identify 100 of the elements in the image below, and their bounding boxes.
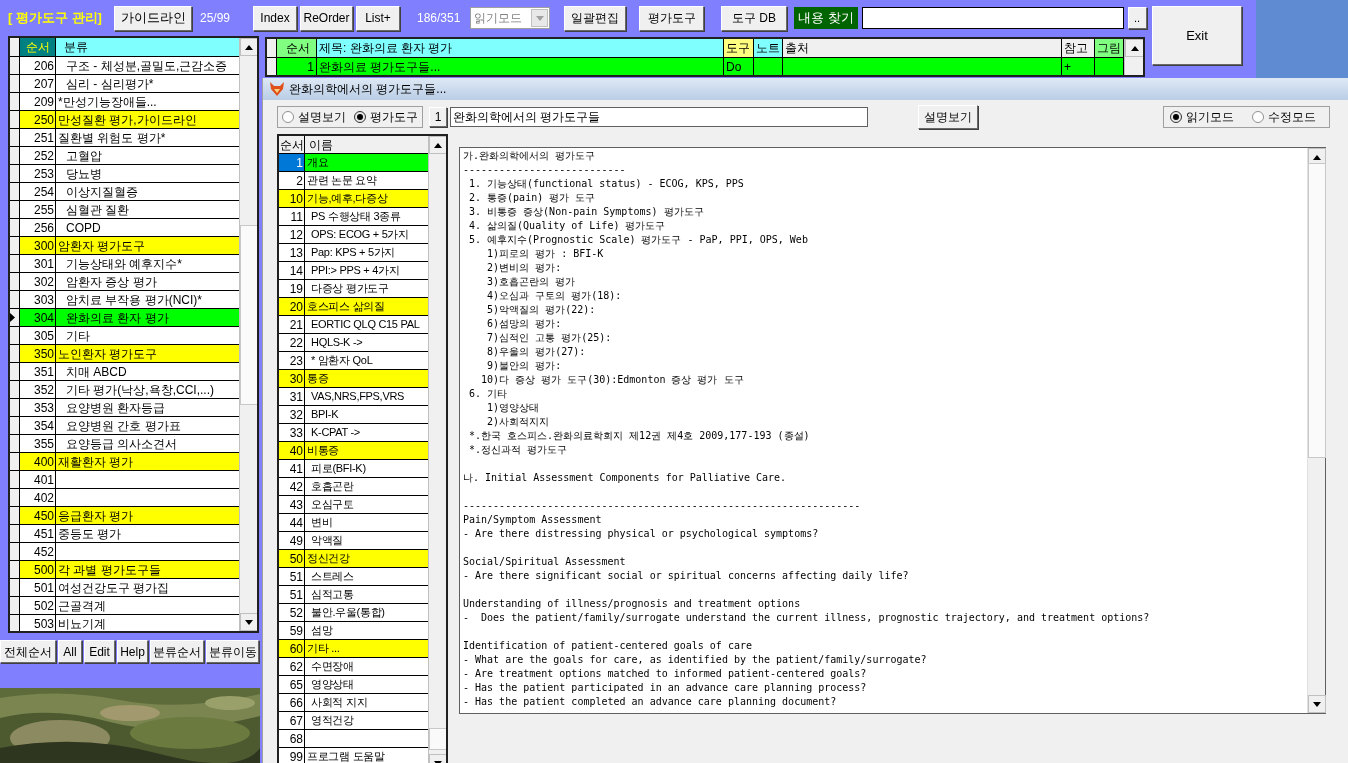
item-row[interactable]: 50 정신건강 [279,550,428,568]
toolbar-button[interactable]: 도구 DB [721,5,787,31]
column-header[interactable]: 참고 [1062,39,1095,57]
row-header-cell[interactable] [10,579,20,596]
column-header[interactable]: 순서 [277,39,317,57]
guideline-button[interactable]: 가이드라인 [114,5,192,31]
item-row[interactable]: 11 PS 수행상태 3종류 [279,208,428,226]
item-row[interactable]: 52 불안.우울(통합) [279,604,428,622]
row-header-cell[interactable] [10,183,20,200]
item-row[interactable]: 12 OPS: ECOG + 5가지 [279,226,428,244]
item-row[interactable]: 68 [279,730,428,748]
column-header[interactable]: 분류 [56,38,239,56]
item-row[interactable]: 23 * 암환자 QoL [279,352,428,370]
category-row[interactable]: 450 응급환자 평가 [10,507,239,525]
column-header[interactable]: 노트 [754,39,783,57]
item-row[interactable]: 59 섬망 [279,622,428,640]
item-row[interactable]: 65 영양상태 [279,676,428,694]
category-row[interactable]: 301 기능상태와 예후지수* [10,255,239,273]
category-row[interactable]: 253 당뇨병 [10,165,239,183]
scroll-up-button[interactable] [429,136,446,154]
row-header-cell[interactable] [10,57,20,74]
row-header-cell[interactable] [10,597,20,614]
row-header-cell[interactable] [10,489,20,506]
content-text-area[interactable] [459,147,1326,714]
item-row[interactable]: 44 변비 [279,514,428,532]
row-header-cell[interactable] [10,525,20,542]
toolbar-button[interactable]: 일괄편집 [564,5,626,31]
scroll-up-button[interactable] [1125,39,1143,57]
item-row[interactable]: 40 비통증 [279,442,428,460]
item-row[interactable]: 49 악액질 [279,532,428,550]
item-row[interactable]: 14 PPI:> PPS + 4가지 [279,262,428,280]
category-row[interactable]: 451 중등도 평가 [10,525,239,543]
category-row[interactable]: 353 요양병원 환자등급 [10,399,239,417]
row-header-cell[interactable] [10,507,20,524]
item-row[interactable]: 60 기타 ... [279,640,428,658]
category-row[interactable]: 352 기타 평가(낙상,욕창,CCI,...) [10,381,239,399]
scroll-up-button[interactable] [240,38,257,56]
row-header-cell[interactable] [10,471,20,488]
category-row[interactable]: 501 여성건강도구 평가집 [10,579,239,597]
page-button[interactable]: 1 [429,107,447,127]
scroll-thumb[interactable] [429,728,446,750]
toolbar-button[interactable]: List+ [356,5,400,31]
item-row[interactable]: 33 K-CPAT -> [279,424,428,442]
row-header-cell[interactable] [10,255,20,272]
category-row[interactable]: 252 고혈압 [10,147,239,165]
panel-button[interactable]: 분류이동 [206,640,259,663]
item-row[interactable]: 66 사회적 지지 [279,694,428,712]
toolbar-button[interactable]: 평가도구 [639,5,704,31]
row-header-cell[interactable] [10,453,20,470]
item-row[interactable]: 1 개요 [279,154,428,172]
panel-button[interactable]: 분류순서 [150,640,204,663]
title-field[interactable]: 완화의학에서의 평가도구들 [450,107,868,127]
category-row[interactable]: 302 암환자 증상 평가 [10,273,239,291]
row-header-cell[interactable] [10,201,20,218]
scroll-down-button[interactable] [1308,695,1326,713]
row-header-cell[interactable] [10,111,20,128]
row-header-cell[interactable] [10,417,20,434]
column-header[interactable]: 순서 [279,136,305,153]
column-header[interactable]: 그림 [1095,39,1124,57]
explain-button[interactable]: 설명보기 [918,105,978,129]
row-header-cell[interactable] [10,561,20,578]
row-header-cell[interactable] [10,327,20,344]
category-row[interactable]: 250 만성질환 평가,가이드라인 [10,111,239,129]
row-header-cell[interactable] [267,58,277,75]
row-header-cell[interactable] [10,399,20,416]
radio-button[interactable] [354,111,366,123]
row-header-cell[interactable] [10,345,20,362]
radio-button[interactable] [1170,111,1182,123]
column-header[interactable]: 출처 [783,39,1062,57]
item-row[interactable]: 43 오심구토 [279,496,428,514]
radio-button[interactable] [282,111,294,123]
panel-button[interactable]: Edit [84,640,115,663]
column-header[interactable]: 도구 [724,39,754,57]
row-header-cell[interactable] [10,543,20,560]
item-row[interactable]: 32 BPI-K [279,406,428,424]
item-row[interactable]: 10 기능,예후,다증상 [279,190,428,208]
item-row[interactable]: 67 영적건강 [279,712,428,730]
category-row[interactable]: 304 완화의료 환자 평가 [10,309,239,327]
category-row[interactable]: 401 [10,471,239,489]
item-row[interactable]: 20 호스피스 삶의질 [279,298,428,316]
item-row[interactable]: 42 호흡곤란 [279,478,428,496]
scroll-thumb[interactable] [240,225,257,405]
category-row[interactable]: 305 기타 [10,327,239,345]
row-header-cell[interactable] [10,291,20,308]
panel-button[interactable]: Help [117,640,148,663]
toolbar-button[interactable]: ReOrder [300,5,353,31]
row-header-cell[interactable] [10,381,20,398]
category-row[interactable]: 402 [10,489,239,507]
item-row[interactable]: 31 VAS,NRS,FPS,VRS [279,388,428,406]
item-row[interactable]: 2 관련 논문 요약 [279,172,428,190]
row-header-cell[interactable] [10,273,20,290]
item-row[interactable]: 30 통증 [279,370,428,388]
row-header-cell[interactable] [10,129,20,146]
row-header-cell[interactable] [10,93,20,110]
scroll-thumb[interactable] [1308,163,1326,458]
record-row[interactable]: 1 완화의료 평가도구들... Do + [267,58,1124,75]
row-header-cell[interactable] [10,363,20,380]
exit-button[interactable]: Exit [1152,6,1242,65]
category-row[interactable]: 350 노인환자 평가도구 [10,345,239,363]
category-row[interactable]: 354 요양병원 간호 평가표 [10,417,239,435]
